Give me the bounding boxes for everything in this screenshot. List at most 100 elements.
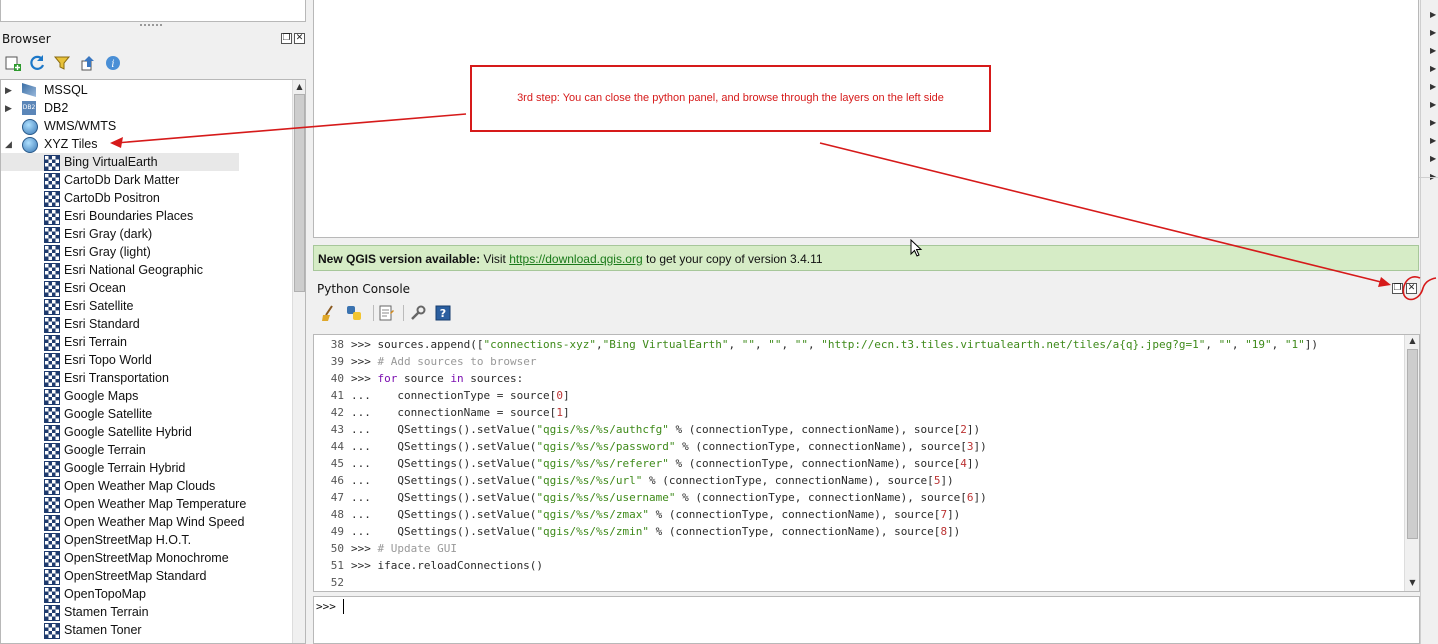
console-code: ... QSettings().setValue("qgis/%s/%s/use… <box>351 491 987 504</box>
tree-item[interactable]: Esri Topo World <box>1 351 291 369</box>
tree-item[interactable]: Stamen Toner <box>1 621 291 639</box>
tree-item[interactable]: Esri Ocean <box>1 279 291 297</box>
tree-item[interactable]: Open Weather Map Temperature <box>1 495 291 513</box>
tree-item[interactable]: OpenStreetMap Monochrome <box>1 549 291 567</box>
expand-arrow-icon[interactable]: ▶ <box>1430 10 1436 19</box>
mouse-cursor-icon <box>910 239 923 257</box>
tree-item-label: Open Weather Map Temperature <box>64 497 247 511</box>
expand-arrow-icon[interactable]: ▶ <box>1430 154 1436 163</box>
help-icon[interactable]: ? <box>434 304 452 322</box>
tree-item[interactable]: WMS/WMTS <box>1 117 291 135</box>
tree-item[interactable]: Google Terrain <box>1 441 291 459</box>
collapse-all-icon[interactable] <box>79 54 97 72</box>
console-scrollbar[interactable]: ▲ ▼ <box>1404 335 1419 591</box>
tree-item[interactable]: ▶ DB2 DB2 <box>1 99 291 117</box>
expand-arrow-icon[interactable]: ▶ <box>1430 100 1436 109</box>
expanded-arrow-icon[interactable]: ◢ <box>5 135 12 153</box>
info-icon[interactable]: i <box>104 54 122 72</box>
tree-item[interactable]: Esri Gray (dark) <box>1 225 291 243</box>
download-link[interactable]: https://download.qgis.org <box>509 252 642 266</box>
console-code: >>> for source in sources: <box>351 372 524 385</box>
tree-item[interactable]: Esri Standard <box>1 315 291 333</box>
tree-item[interactable]: Bing VirtualEarth <box>1 153 239 171</box>
console-code: >>> # Update GUI <box>351 542 457 555</box>
tree-item-label: Esri Boundaries Places <box>64 209 194 223</box>
globe-icon <box>22 119 38 135</box>
right-toolbar-strip: ▶▶▶▶▶▶▶▶▶▶ <box>1420 0 1438 644</box>
tree-item[interactable]: Esri Gray (light) <box>1 243 291 261</box>
clear-console-icon[interactable] <box>320 304 338 322</box>
scroll-down-arrow-icon[interactable]: ▼ <box>1405 578 1420 587</box>
tree-item[interactable]: ▶ MSSQL <box>1 81 291 99</box>
python-console-input[interactable]: >>> <box>313 596 1420 644</box>
tree-item[interactable]: Google Satellite Hybrid <box>1 423 291 441</box>
tree-item-label: OpenStreetMap H.O.T. <box>64 533 192 547</box>
python-console-output[interactable]: 38 >>> sources.append(["connections-xyz",… <box>313 334 1420 592</box>
scrollbar-thumb[interactable] <box>294 94 305 292</box>
message-title: New QGIS version available: <box>318 252 481 266</box>
add-layer-icon[interactable] <box>4 54 22 72</box>
collapsed-arrow-icon[interactable]: ▶ <box>5 81 12 99</box>
tree-item-label: OpenStreetMap Standard <box>64 569 207 583</box>
tree-item[interactable]: Open Weather Map Wind Speed <box>1 513 291 531</box>
tile-layer-icon <box>44 587 60 603</box>
browser-tree[interactable]: ▶ MSSQL ▶ DB2 DB2 WMS/WMTS ◢ XYZ Tiles Bing Virt… <box>0 79 306 644</box>
tree-item[interactable]: Open Weather Map Clouds <box>1 477 291 495</box>
tile-layer-icon <box>44 191 60 207</box>
tree-item[interactable]: Stamen Terrain <box>1 603 291 621</box>
line-number: 49 <box>330 525 344 538</box>
line-number: 41 <box>330 389 344 402</box>
tree-item[interactable]: ◢ XYZ Tiles <box>1 135 291 153</box>
tree-item[interactable]: Esri Boundaries Places <box>1 207 291 225</box>
tree-item-label: Stamen Terrain <box>64 605 149 619</box>
tree-item[interactable]: Esri Satellite <box>1 297 291 315</box>
tree-item[interactable]: Esri Transportation <box>1 369 291 387</box>
python-console-close-button[interactable]: ✕ <box>1406 283 1417 294</box>
import-class-icon[interactable] <box>345 304 363 322</box>
browser-scrollbar[interactable]: ▲ <box>292 80 305 643</box>
scrollbar-thumb[interactable] <box>1407 349 1418 539</box>
console-line: 38 >>> sources.append(["connections-xyz",… <box>314 336 1404 353</box>
expand-arrow-icon[interactable]: ▶ <box>1430 28 1436 37</box>
tree-item[interactable]: Google Satellite <box>1 405 291 423</box>
tree-item[interactable]: OpenStreetMap H.O.T. <box>1 531 291 549</box>
tile-layer-icon <box>44 461 60 477</box>
expand-arrow-icon[interactable]: ▶ <box>1430 118 1436 127</box>
tree-item[interactable]: Esri Terrain <box>1 333 291 351</box>
python-console-float-button[interactable]: ❐ <box>1392 283 1403 294</box>
console-code: >>> # Add sources to browser <box>351 355 537 368</box>
filter-icon[interactable] <box>53 54 71 72</box>
vertical-splitter[interactable] <box>306 0 313 644</box>
refresh-icon[interactable] <box>28 54 46 72</box>
console-code: ... QSettings().setValue("qgis/%s/%s/aut… <box>351 423 981 436</box>
expand-arrow-icon[interactable]: ▶ <box>1430 82 1436 91</box>
expand-arrow-icon[interactable]: ▶ <box>1430 136 1436 145</box>
tile-layer-icon <box>44 281 60 297</box>
scroll-up-arrow-icon[interactable]: ▲ <box>1405 336 1420 345</box>
browser-toolbar: i <box>0 52 306 74</box>
tree-item[interactable]: CartoDb Dark Matter <box>1 171 291 189</box>
panel-splitter[interactable] <box>0 22 306 28</box>
browser-close-button[interactable]: ✕ <box>294 33 305 44</box>
console-code: >>> sources.append(["connections-xyz","B… <box>351 338 1318 351</box>
tree-item[interactable]: OpenTopoMap <box>1 585 291 603</box>
settings-icon[interactable] <box>409 304 427 322</box>
tree-item[interactable]: CartoDb Positron <box>1 189 291 207</box>
tree-item[interactable]: Google Maps <box>1 387 291 405</box>
tile-layer-icon <box>44 605 60 621</box>
tree-item[interactable]: Google Terrain Hybrid <box>1 459 291 477</box>
tile-layer-icon <box>44 389 60 405</box>
show-editor-icon[interactable] <box>377 304 395 322</box>
tree-item[interactable]: OpenStreetMap Standard <box>1 567 291 585</box>
python-console-title: Python Console <box>317 282 411 296</box>
expand-arrow-icon[interactable]: ▶ <box>1430 64 1436 73</box>
browser-float-button[interactable]: ❐ <box>281 33 292 44</box>
console-line: 39 >>> # Add sources to browser <box>314 353 1404 370</box>
tile-layer-icon <box>44 353 60 369</box>
console-line: 45 ... QSettings().setValue("qgis/%s/%s/r… <box>314 455 1404 472</box>
scroll-up-arrow-icon[interactable]: ▲ <box>293 80 306 93</box>
console-line: 52 <box>314 574 1404 591</box>
expand-arrow-icon[interactable]: ▶ <box>1430 46 1436 55</box>
tree-item[interactable]: Esri National Geographic <box>1 261 291 279</box>
collapsed-arrow-icon[interactable]: ▶ <box>5 99 12 117</box>
